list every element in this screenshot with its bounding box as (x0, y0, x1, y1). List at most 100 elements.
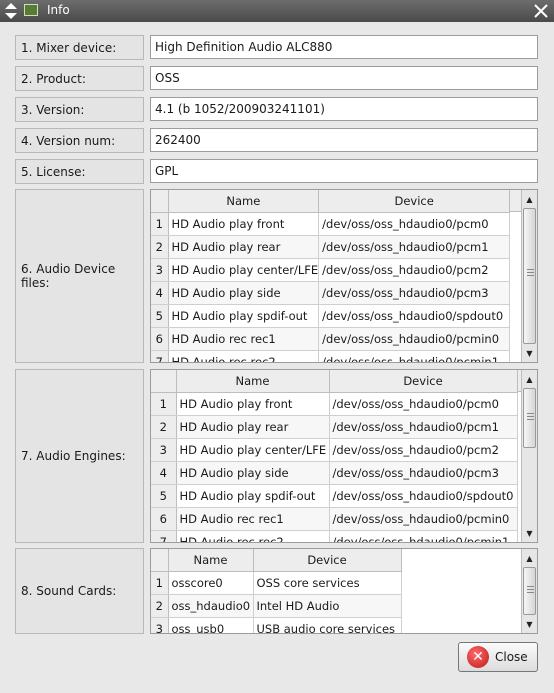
cell-device[interactable]: /dev/oss/oss_hdaudio0/pcmin1 (318, 350, 511, 362)
scroll-up-arrow-icon[interactable]: ▲ (522, 551, 537, 565)
cell-device[interactable]: /dev/oss/oss_hdaudio0/pcmin0 (329, 507, 518, 531)
scroll-down-arrow-icon[interactable]: ▼ (522, 526, 537, 540)
table-row[interactable]: 1 HD Audio play front/dev/oss/oss_hdaudio… (151, 392, 518, 416)
table-row[interactable]: 2 oss_hdaudio0 Intel HD Audio (151, 594, 402, 618)
audio-engines-label: 7. Audio Engines: (15, 369, 144, 543)
table-row[interactable]: 4 HD Audio play side/dev/oss/oss_hdaudio0… (151, 461, 518, 485)
table-row[interactable]: 3 HD Audio play center/LFE/dev/oss/oss_hd… (151, 258, 511, 282)
table-row[interactable]: 5 HD Audio play spdif-out/dev/oss/oss_hda… (151, 484, 518, 508)
column-header-name[interactable]: Name (168, 190, 320, 213)
cell-device[interactable]: /dev/oss/oss_hdaudio0/spdout0 (318, 304, 511, 328)
row-number: 7 (151, 350, 169, 362)
cell-device[interactable]: /dev/oss/oss_hdaudio0/pcm2 (329, 438, 518, 462)
row-number: 5 (151, 484, 177, 508)
vertical-scrollbar[interactable]: ▲ ▼ (521, 370, 537, 542)
cell-name[interactable]: HD Audio play rear (168, 235, 320, 259)
column-header-name[interactable]: Name (176, 370, 330, 393)
cell-device[interactable]: /dev/oss/oss_hdaudio0/pcm1 (318, 235, 511, 259)
product-field[interactable]: OSS (150, 66, 538, 90)
corner-header (151, 190, 169, 213)
mixer-device-field[interactable]: High Definition Audio ALC880 (150, 35, 538, 59)
cell-device[interactable]: /dev/oss/oss_hdaudio0/pcmin1 (329, 530, 518, 542)
cell-device[interactable]: OSS core services (253, 571, 402, 595)
table-row[interactable]: 1 osscore0 OSS core services (151, 571, 402, 595)
column-header-name[interactable]: Name (168, 549, 254, 572)
scroll-down-arrow-icon[interactable]: ▼ (522, 617, 537, 631)
table-row[interactable]: 7 HD Audio rec rec2/dev/oss/oss_hdaudio0/… (151, 530, 518, 542)
scroll-up-arrow-icon[interactable]: ▲ (522, 192, 537, 206)
cell-device[interactable]: /dev/oss/oss_hdaudio0/pcm3 (329, 461, 518, 485)
cell-device[interactable]: /dev/oss/oss_hdaudio0/spdout0 (329, 484, 518, 508)
window-title: Info (47, 3, 70, 17)
audio-engines-table[interactable]: Name Device 1 HD Audio play front/dev/oss… (150, 369, 538, 543)
table-row[interactable]: 1 HD Audio play front/dev/oss/oss_hdaudio… (151, 212, 511, 236)
title-bar: Info (0, 0, 554, 22)
cell-name[interactable]: osscore0 (168, 571, 254, 595)
vertical-scrollbar[interactable]: ▲ ▼ (521, 190, 537, 362)
row-number: 1 (151, 392, 177, 416)
window-menu-icon[interactable] (3, 2, 19, 20)
cell-name[interactable]: HD Audio play front (176, 392, 330, 416)
cell-device[interactable]: Intel HD Audio (253, 594, 402, 618)
column-header-device[interactable]: Device (329, 370, 518, 393)
scroll-thumb[interactable] (523, 208, 536, 344)
app-icon (24, 4, 38, 16)
column-header-device[interactable]: Device (253, 549, 402, 572)
license-label: 5. License: (15, 159, 144, 184)
table-row[interactable]: 6 HD Audio rec rec1/dev/oss/oss_hdaudio0/… (151, 507, 518, 531)
close-button-label: Close (495, 650, 528, 664)
audio-device-files-table[interactable]: Name Device 1 HD Audio play front/dev/oss… (150, 189, 538, 363)
cell-device[interactable]: USB audio core services (253, 617, 402, 633)
cell-name[interactable]: HD Audio rec rec2 (176, 530, 330, 542)
scroll-thumb[interactable] (523, 388, 536, 448)
cell-name[interactable]: oss_usb0 (168, 617, 254, 633)
cell-device[interactable]: /dev/oss/oss_hdaudio0/pcm3 (318, 281, 511, 305)
row-number: 3 (151, 617, 169, 633)
cell-name[interactable]: HD Audio rec rec2 (168, 350, 320, 362)
cell-name[interactable]: HD Audio play side (176, 461, 330, 485)
vertical-scrollbar[interactable]: ▲ ▼ (521, 549, 537, 633)
row-number: 2 (151, 594, 169, 618)
mixer-device-label: 1. Mixer device: (15, 35, 144, 60)
scroll-down-arrow-icon[interactable]: ▼ (522, 346, 537, 360)
cell-name[interactable]: HD Audio play front (168, 212, 320, 236)
cell-name[interactable]: oss_hdaudio0 (168, 594, 254, 618)
cell-device[interactable]: /dev/oss/oss_hdaudio0/pcm2 (318, 258, 511, 282)
row-number: 7 (151, 530, 177, 542)
cell-name[interactable]: HD Audio play spdif-out (176, 484, 330, 508)
row-number: 3 (151, 258, 169, 282)
version-num-label: 4. Version num: (15, 128, 144, 153)
cell-name[interactable]: HD Audio play rear (176, 415, 330, 439)
version-num-field[interactable]: 262400 (150, 128, 538, 152)
cell-name[interactable]: HD Audio rec rec1 (168, 327, 320, 351)
cell-name[interactable]: HD Audio play center/LFE (168, 258, 320, 282)
license-field[interactable]: GPL (150, 159, 538, 183)
table-row[interactable]: 6 HD Audio rec rec1/dev/oss/oss_hdaudio0/… (151, 327, 511, 351)
version-field[interactable]: 4.1 (b 1052/200903241101) (150, 97, 538, 121)
version-label: 3. Version: (15, 97, 144, 122)
cell-device[interactable]: /dev/oss/oss_hdaudio0/pcm1 (329, 415, 518, 439)
cell-device[interactable]: /dev/oss/oss_hdaudio0/pcm0 (318, 212, 511, 236)
table-row[interactable]: 3 HD Audio play center/LFE/dev/oss/oss_hd… (151, 438, 518, 462)
cell-name[interactable]: HD Audio play spdif-out (168, 304, 320, 328)
cell-name[interactable]: HD Audio play center/LFE (176, 438, 330, 462)
window-close-icon[interactable] (532, 2, 550, 20)
cell-name[interactable]: HD Audio play side (168, 281, 320, 305)
table-row[interactable]: 4 HD Audio play side/dev/oss/oss_hdaudio0… (151, 281, 511, 305)
table-row[interactable]: 2 HD Audio play rear/dev/oss/oss_hdaudio0… (151, 235, 511, 259)
scroll-up-arrow-icon[interactable]: ▲ (522, 372, 537, 386)
row-number: 1 (151, 212, 169, 236)
sound-cards-table[interactable]: Name Device 1 osscore0 OSS core services 2… (150, 548, 538, 634)
table-row[interactable]: 5 HD Audio play spdif-out/dev/oss/oss_hda… (151, 304, 511, 328)
cell-device[interactable]: /dev/oss/oss_hdaudio0/pcm0 (329, 392, 518, 416)
table-row[interactable]: 7 HD Audio rec rec2/dev/oss/oss_hdaudio0/… (151, 350, 511, 362)
cell-device[interactable]: /dev/oss/oss_hdaudio0/pcmin0 (318, 327, 511, 351)
scroll-thumb[interactable] (523, 567, 536, 615)
row-number: 6 (151, 507, 177, 531)
table-row[interactable]: 2 HD Audio play rear/dev/oss/oss_hdaudio0… (151, 415, 518, 439)
cell-name[interactable]: HD Audio rec rec1 (176, 507, 330, 531)
row-number: 1 (151, 571, 169, 595)
table-row[interactable]: 3 oss_usb0 USB audio core services (151, 617, 402, 633)
column-header-device[interactable]: Device (318, 190, 511, 213)
close-button[interactable]: ✕ Close (458, 642, 538, 672)
